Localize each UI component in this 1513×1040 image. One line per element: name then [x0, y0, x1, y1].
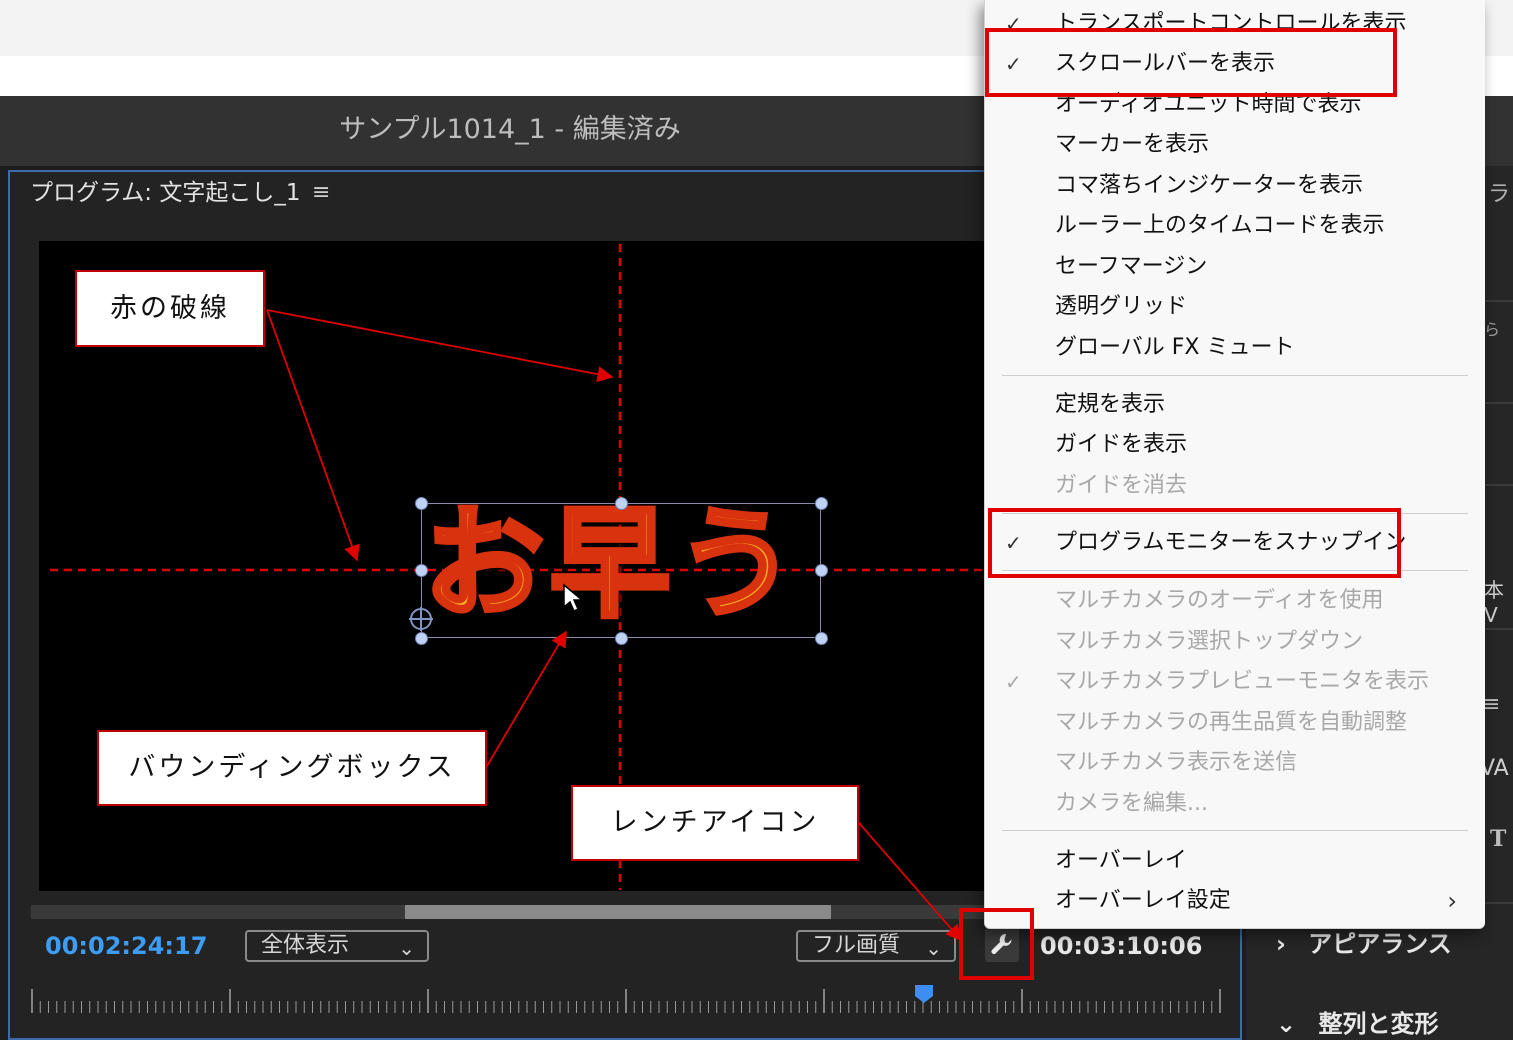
menu-separator — [1002, 830, 1468, 831]
window-title: サンプル1014_1 - 編集済み — [339, 114, 681, 145]
highlight-wrench — [959, 908, 1034, 980]
menu-item[interactable]: 定規を表示 — [985, 385, 1485, 425]
menu-item: ガイドを消去 — [985, 466, 1485, 506]
annotation-red-dashed: 赤の破線 — [75, 270, 265, 347]
bbox-handle[interactable] — [415, 632, 428, 645]
menu-item[interactable]: コマ落ちインジケーターを表示 — [985, 166, 1485, 206]
menu-item: マルチカメラ選択トップダウン — [985, 622, 1485, 662]
right-panel-fragment: ら — [1484, 320, 1501, 339]
bounding-box[interactable] — [421, 503, 821, 638]
menu-item-label: カメラを編集... — [1055, 791, 1208, 816]
fit-dropdown[interactable]: 全体表示 ⌄ — [245, 930, 429, 962]
menu-item-label: ガイドを消去 — [1055, 473, 1188, 498]
menu-item-label: セーフマージン — [1055, 254, 1208, 279]
chevron-down-icon: ⌄ — [1276, 1010, 1297, 1038]
menu-separator — [1002, 375, 1468, 376]
section-label: アピアランス — [1308, 930, 1452, 958]
menu-item-label: コマ落ちインジケーターを表示 — [1055, 173, 1364, 198]
menu-item: カメラを編集... — [985, 784, 1485, 824]
menu-item-label: マルチカメラの再生品質を自動調整 — [1055, 710, 1408, 735]
annotation-bounding-box: バウンディングボックス — [97, 730, 487, 806]
checkmark-icon: ✓ — [1005, 670, 1022, 694]
menu-item[interactable]: グローバル FX ミュート — [985, 328, 1485, 368]
menu-item[interactable]: マーカーを表示 — [985, 125, 1485, 165]
menu-item[interactable]: ルーラー上のタイムコードを表示 — [985, 206, 1485, 246]
menu-item[interactable]: ガイドを表示 — [985, 425, 1485, 465]
quality-dropdown[interactable]: フル画質 ⌄ — [796, 930, 956, 962]
time-ruler[interactable] — [31, 985, 1221, 1015]
chevron-right-icon: › — [1447, 887, 1457, 915]
menu-item: マルチカメラの再生品質を自動調整 — [985, 703, 1485, 743]
bbox-handle[interactable] — [615, 497, 628, 510]
annotation-wrench-icon: レンチアイコン — [571, 785, 859, 861]
bbox-handle[interactable] — [815, 497, 828, 510]
menu-item-label: グローバル FX ミュート — [1055, 335, 1295, 360]
menu-item-label: ガイドを表示 — [1055, 432, 1188, 457]
section-appearance[interactable]: › アピアランス — [1276, 924, 1452, 959]
menu-item-label: マルチカメラのオーディオを使用 — [1055, 588, 1384, 613]
duration-timecode: 00:03:10:06 — [1040, 932, 1203, 960]
context-menu: ✓ トランスポートコントロールを表示 ✓ スクロールバーを表示 オーディオユニット時間で… — [984, 0, 1485, 929]
playhead-icon[interactable] — [914, 984, 934, 1004]
bbox-handle[interactable] — [815, 632, 828, 645]
menu-item-label: 定規を表示 — [1055, 392, 1166, 417]
menu-item-label: ルーラー上のタイムコードを表示 — [1055, 213, 1385, 238]
menu-item[interactable]: 透明グリッド — [985, 287, 1485, 327]
menu-item-label: 透明グリッド — [1055, 294, 1188, 319]
right-panel-fragment: ラ — [1488, 182, 1511, 207]
menu-item: ✓ マルチカメラプレビューモニタを表示 — [985, 662, 1485, 702]
menu-item: マルチカメラ表示を送信 — [985, 743, 1485, 783]
highlight-snap-item — [988, 508, 1401, 578]
menu-item-label: オーバーレイ — [1055, 848, 1187, 873]
bbox-handle[interactable] — [415, 564, 428, 577]
section-align-transform[interactable]: ⌄ 整列と変形 — [1276, 1004, 1438, 1039]
menu-item-label: マーカーを表示 — [1055, 132, 1210, 157]
menu-item-label: マルチカメラプレビューモニタを表示 — [1055, 669, 1430, 694]
menu-item-label: マルチカメラ選択トップダウン — [1055, 629, 1364, 654]
section-label: 整列と変形 — [1318, 1010, 1439, 1038]
menu-item-label: マルチカメラ表示を送信 — [1055, 750, 1298, 775]
chevron-down-icon: ⌄ — [925, 936, 942, 960]
menu-item: マルチカメラのオーディオを使用 — [985, 581, 1485, 621]
crosshair-icon[interactable] — [408, 606, 434, 632]
dropdown-value: 全体表示 — [261, 933, 350, 958]
bbox-handle[interactable] — [415, 497, 428, 510]
arrow-cursor-icon — [563, 583, 584, 613]
bbox-handle[interactable] — [615, 632, 628, 645]
panel-title[interactable]: プログラム: 文字起こし_1 — [30, 174, 301, 212]
current-timecode[interactable]: 00:02:24:17 — [45, 929, 207, 963]
right-panel-fragment: T — [1490, 826, 1507, 852]
highlight-scrollbar-item — [985, 28, 1397, 97]
menu-item[interactable]: セーフマージン — [985, 247, 1485, 287]
scrollbar-thumb[interactable] — [405, 905, 832, 919]
right-panel-fragment: 本V — [1484, 578, 1504, 627]
menu-item-label: オーバーレイ設定 — [1055, 888, 1231, 913]
hamburger-icon[interactable]: ≡ — [312, 174, 330, 212]
menu-item[interactable]: オーバーレイ設定 › — [985, 881, 1485, 921]
chevron-down-icon: ⌄ — [398, 936, 415, 960]
menu-item[interactable]: オーバーレイ — [985, 841, 1485, 881]
chevron-right-icon: › — [1276, 930, 1286, 958]
bbox-handle[interactable] — [815, 564, 828, 577]
dropdown-value: フル画質 — [812, 933, 901, 958]
